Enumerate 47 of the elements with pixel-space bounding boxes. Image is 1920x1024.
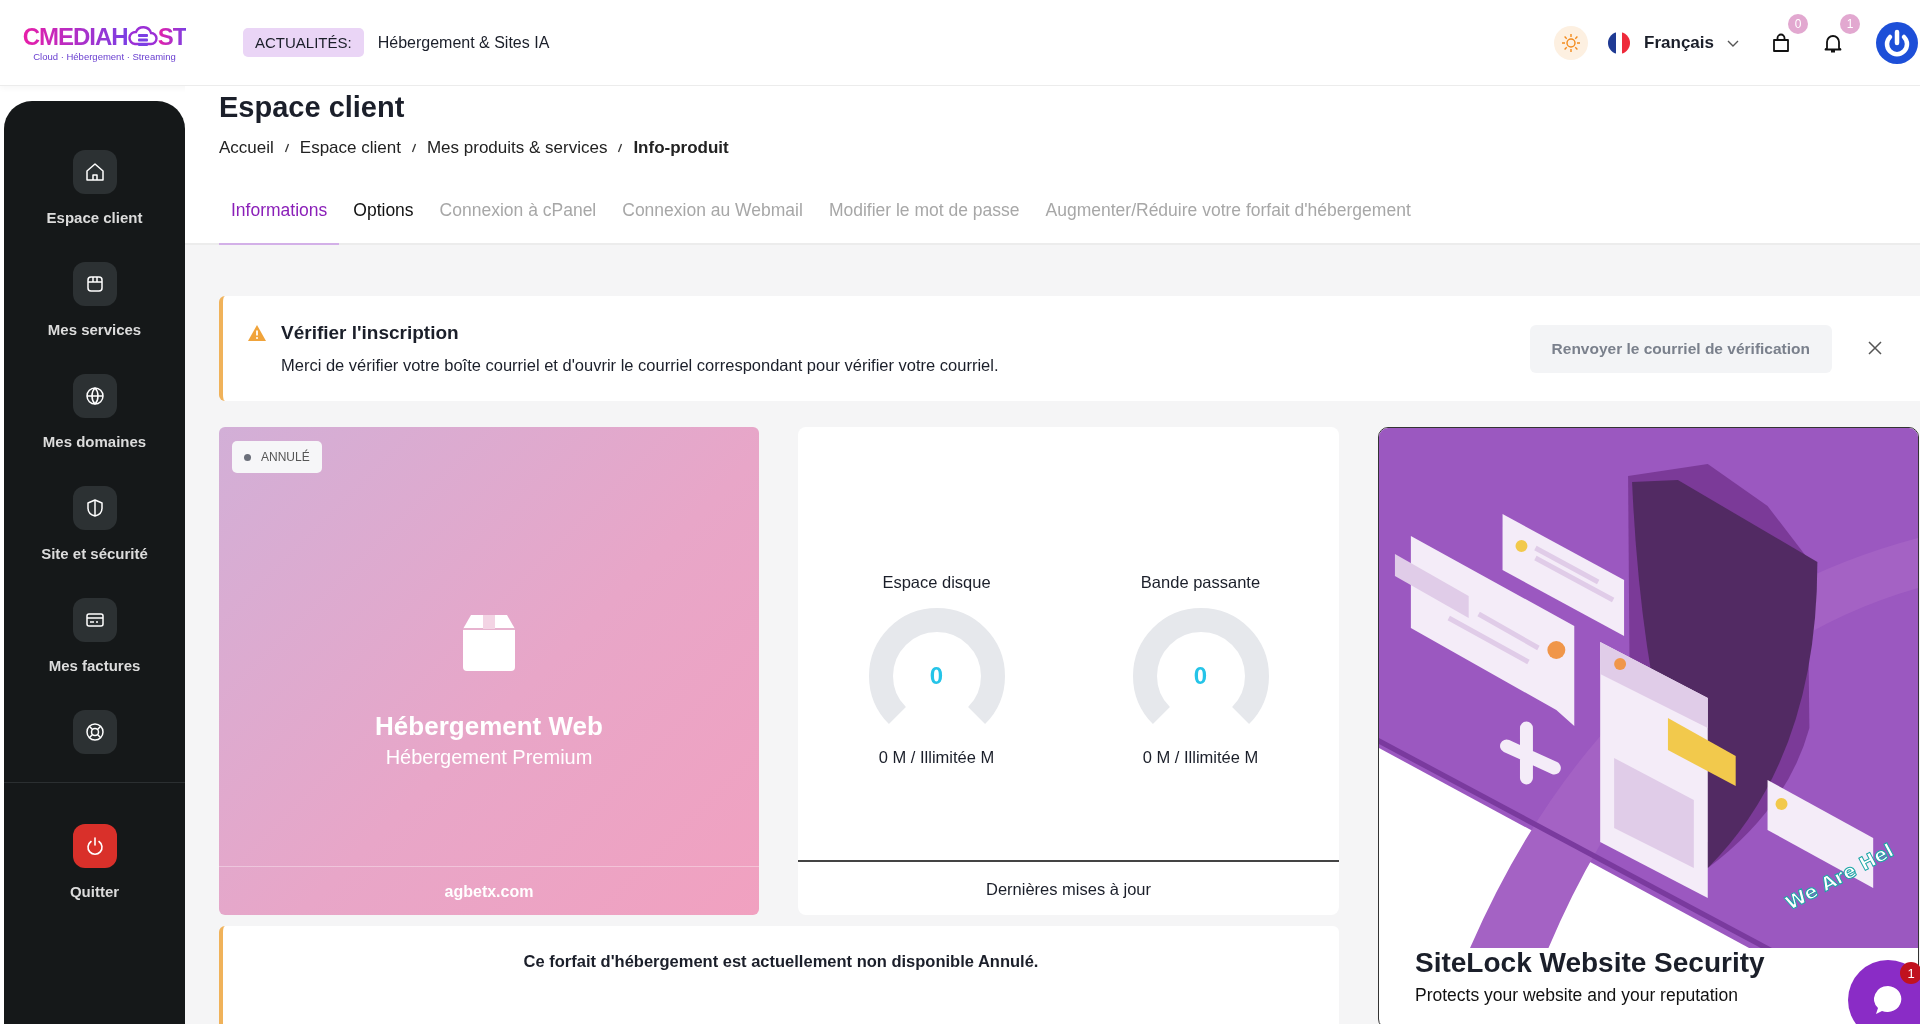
cart-count-badge: 0 xyxy=(1788,13,1808,34)
lifebuoy-icon xyxy=(83,721,106,743)
news-headline[interactable]: Hébergement & Sites IA xyxy=(377,33,550,52)
breadcrumb-link[interactable]: Espace client xyxy=(299,138,401,158)
sun-icon xyxy=(1561,32,1582,53)
sidebar-item[interactable]: Mes domaines xyxy=(4,374,185,451)
flag-icon xyxy=(1608,31,1631,54)
chat-button[interactable]: 1 xyxy=(1848,960,1920,1024)
gauge-value: 0 xyxy=(1193,662,1208,690)
gauge-value: 0 xyxy=(929,662,944,690)
news-label: ACTUALITÉS: xyxy=(243,28,364,57)
theme-toggle-button[interactable] xyxy=(1554,25,1589,60)
promo-title: SiteLock Website Security xyxy=(1415,947,1765,979)
user-avatar-button[interactable] xyxy=(1876,21,1918,64)
page-title: Espace client xyxy=(219,90,406,124)
breadcrumb-link[interactable]: Info-produit xyxy=(633,138,729,158)
sidebar-item[interactable]: Mes factures xyxy=(4,598,185,675)
greeting-text: We Are Hel xyxy=(1781,838,1897,914)
tab[interactable]: Options xyxy=(341,200,426,245)
alert-message: Merci de vérifier votre boîte courriel et d'ouvrir le courriel correspondant pour vérifier votre courriel. xyxy=(281,356,1000,375)
alert-title: Vérifier l'inscription xyxy=(281,322,460,344)
meter-label: Bande passante xyxy=(1140,573,1261,592)
logo-tagline: Cloud · Hébergement · Streaming xyxy=(33,51,176,62)
shopping-bag-icon xyxy=(1770,31,1792,54)
product-name: Hébergement Web xyxy=(375,710,603,742)
breadcrumb-link[interactable]: Accueil xyxy=(219,138,274,158)
warning-icon xyxy=(247,324,267,342)
sidebar-item[interactable]: Mes services xyxy=(4,262,185,339)
meter-label: Espace disque xyxy=(882,573,991,592)
last-updates-label: Dernières mises à jour xyxy=(798,860,1339,915)
meter-reading: 0 M / Illimitée M xyxy=(1142,748,1259,767)
sidebar-item[interactable]: Site et sécurité xyxy=(4,486,185,563)
home-icon xyxy=(83,161,106,183)
breadcrumb-link[interactable]: Mes produits & services xyxy=(426,138,608,158)
sidebar-item[interactable]: Espace client xyxy=(4,150,185,227)
resend-email-button[interactable]: Renvoyer le courriel de vérification xyxy=(1529,324,1832,373)
globe-icon xyxy=(83,385,106,407)
language-selector[interactable]: Français xyxy=(1608,31,1740,54)
meter-reading: 0 M / Illimitée M xyxy=(878,748,995,767)
quit-button[interactable]: Quitter xyxy=(4,824,185,901)
logo[interactable]: CMEDIAH ST Cloud · Hébergement · Streaming xyxy=(22,23,187,62)
plan-unavailable-notice: Ce forfait d'hébergement est actuellement non disponible Annulé. xyxy=(219,926,1339,1024)
unread-badge: 1 xyxy=(1900,962,1920,984)
notification-count-badge: 1 xyxy=(1840,13,1860,34)
product-plan: Hébergement Premium xyxy=(385,745,593,769)
status-badge: ANNULÉ xyxy=(232,441,322,473)
promo-subtitle: Protects your website and your reputation xyxy=(1415,985,1738,1006)
